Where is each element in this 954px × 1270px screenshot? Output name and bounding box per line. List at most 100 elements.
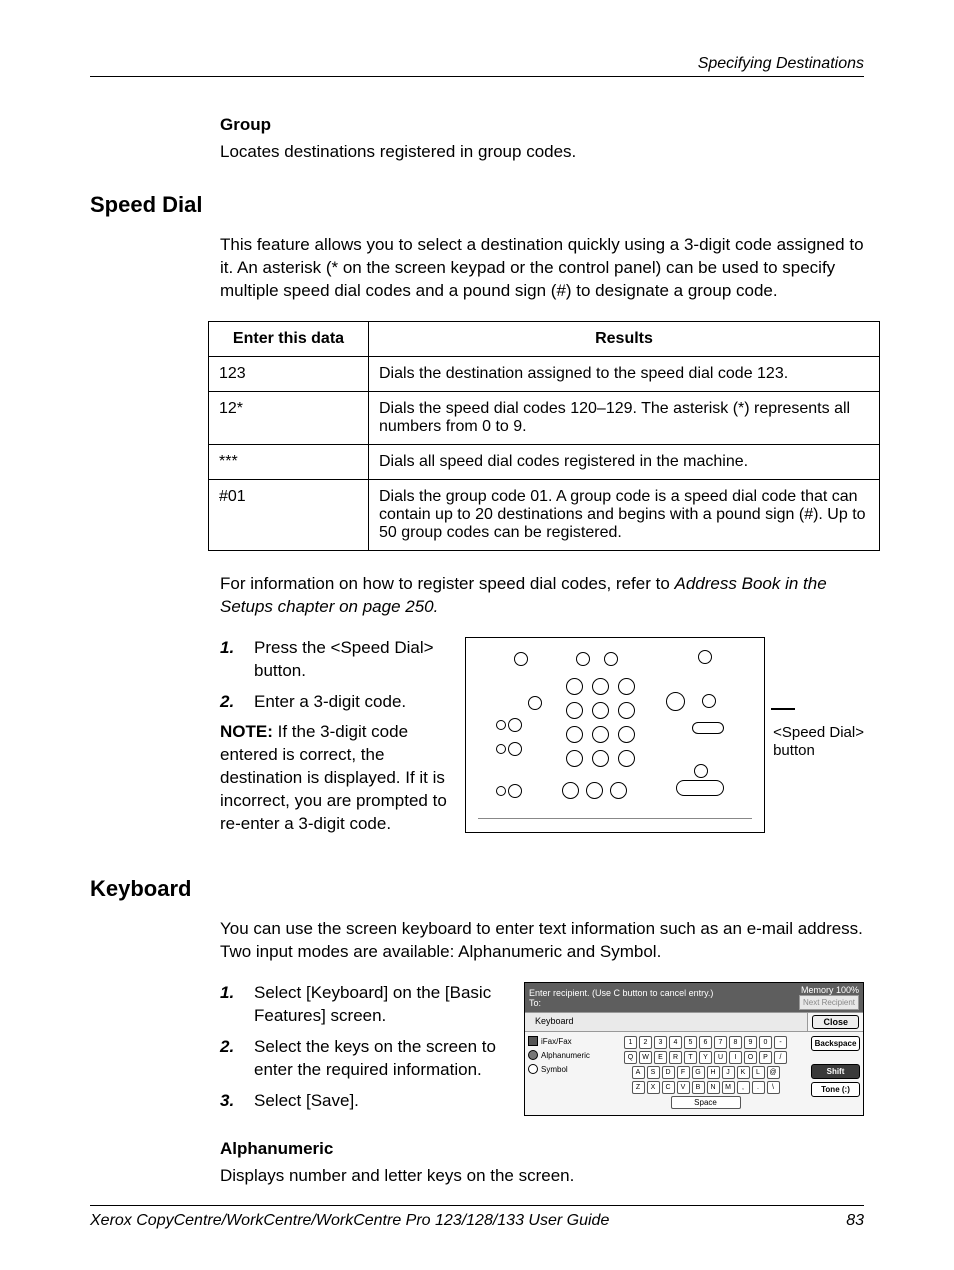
speed-dial-heading: Speed Dial [90,192,864,218]
key[interactable]: 3 [654,1036,667,1049]
keyboard-intro: You can use the screen keyboard to enter… [220,918,864,964]
square-icon [528,1036,538,1046]
keyboard-heading: Keyboard [90,876,864,902]
key[interactable]: 2 [639,1036,652,1049]
keyboard-tab[interactable]: Keyboard [525,1013,808,1031]
kbd-memory: Memory 100% [799,985,859,995]
step-number: 2. [220,691,254,714]
key[interactable]: J [722,1066,735,1079]
step-text: Select [Save]. [254,1090,359,1113]
speed-dial-callout: <Speed Dial> button [771,724,864,762]
key[interactable]: I [729,1051,742,1064]
key[interactable]: H [707,1066,720,1079]
key[interactable]: W [639,1051,652,1064]
key[interactable]: K [737,1066,750,1079]
key[interactable]: \ [767,1081,780,1094]
key[interactable]: 6 [699,1036,712,1049]
key[interactable]: Q [624,1051,637,1064]
speed-dial-ref: For information on how to register speed… [220,573,864,619]
key[interactable]: Z [632,1081,645,1094]
kbd-to-label: To: [529,998,713,1008]
step-text: Select [Keyboard] on the [Basic Features… [254,982,514,1028]
cell-result: Dials all speed dial codes registered in… [369,444,880,479]
key[interactable]: N [707,1081,720,1094]
next-recipient-button[interactable]: Next Recipient [799,995,859,1010]
key[interactable]: 7 [714,1036,727,1049]
step-text: Enter a 3-digit code. [254,691,406,714]
page-number: 83 [846,1212,864,1230]
backspace-button[interactable]: Backspace [811,1036,860,1051]
step-1: 1. Press the <Speed Dial> button. [220,637,455,683]
cell-result: Dials the speed dial codes 120–129. The … [369,391,880,444]
key[interactable]: - [774,1036,787,1049]
key[interactable]: Y [699,1051,712,1064]
key[interactable]: 4 [669,1036,682,1049]
radio-icon [528,1064,538,1074]
key[interactable]: C [662,1081,675,1094]
key[interactable]: , [737,1081,750,1094]
step-text: Select the keys on the screen to enter t… [254,1036,514,1082]
mode-symbol[interactable]: Symbol [528,1064,600,1074]
key[interactable]: L [752,1066,765,1079]
kbd-step-3: 3. Select [Save]. [220,1090,514,1113]
cell-result: Dials the group code 01. A group code is… [369,479,880,550]
speed-dial-note: NOTE: If the 3-digit code entered is cor… [220,721,455,836]
key[interactable]: F [677,1066,690,1079]
page-footer: Xerox CopyCentre/WorkCentre/WorkCentre P… [90,1205,864,1230]
key[interactable]: E [654,1051,667,1064]
cell-data: 123 [209,356,369,391]
cell-data: 12* [209,391,369,444]
callout-line [771,708,795,710]
table-row: *** Dials all speed dial codes registere… [209,444,880,479]
key[interactable]: U [714,1051,727,1064]
step-number: 1. [220,637,254,683]
key[interactable]: O [744,1051,757,1064]
key[interactable]: 0 [759,1036,772,1049]
step-text: Press the <Speed Dial> button. [254,637,455,683]
space-key[interactable]: Space [671,1096,741,1109]
key[interactable]: T [684,1051,697,1064]
key[interactable]: V [677,1081,690,1094]
key[interactable]: . [752,1081,765,1094]
speed-dial-table: Enter this data Results 123 Dials the de… [208,321,880,551]
kbd-step-1: 1. Select [Keyboard] on the [Basic Featu… [220,982,514,1028]
step-number: 2. [220,1036,254,1082]
cell-result: Dials the destination assigned to the sp… [369,356,880,391]
key[interactable]: A [632,1066,645,1079]
footer-title: Xerox CopyCentre/WorkCentre/WorkCentre P… [90,1212,609,1230]
mode-ifax[interactable]: iFax/Fax [528,1036,600,1046]
key[interactable]: D [662,1066,675,1079]
key[interactable]: 1 [624,1036,637,1049]
mode-label: iFax/Fax [541,1037,572,1046]
group-text: Locates destinations registered in group… [220,141,864,164]
key[interactable]: 9 [744,1036,757,1049]
close-button[interactable]: Close [812,1015,859,1029]
radio-icon [528,1050,538,1060]
key[interactable]: 8 [729,1036,742,1049]
step-number: 3. [220,1090,254,1113]
kbd-step-2: 2. Select the keys on the screen to ente… [220,1036,514,1082]
key[interactable]: B [692,1081,705,1094]
key[interactable]: M [722,1081,735,1094]
mode-alphanumeric[interactable]: Alphanumeric [528,1050,600,1060]
key[interactable]: / [774,1051,787,1064]
step-2: 2. Enter a 3-digit code. [220,691,455,714]
key[interactable]: X [647,1081,660,1094]
kbd-prompt: Enter recipient. (Use C button to cancel… [529,988,713,998]
key[interactable]: R [669,1051,682,1064]
key[interactable]: S [647,1066,660,1079]
shift-button[interactable]: Shift [811,1064,860,1079]
key[interactable]: @ [767,1066,780,1079]
key[interactable]: G [692,1066,705,1079]
note-label: NOTE: [220,722,273,741]
tone-button[interactable]: Tone (:) [811,1082,860,1097]
group-heading: Group [220,115,864,135]
key[interactable]: P [759,1051,772,1064]
key[interactable]: 5 [684,1036,697,1049]
alphanumeric-text: Displays number and letter keys on the s… [220,1165,864,1188]
table-row: #01 Dials the group code 01. A group cod… [209,479,880,550]
table-header-data: Enter this data [209,321,369,356]
running-header: Specifying Destinations [90,55,864,73]
ref-prefix: For information on how to register speed… [220,574,675,593]
mode-label: Alphanumeric [541,1051,590,1060]
